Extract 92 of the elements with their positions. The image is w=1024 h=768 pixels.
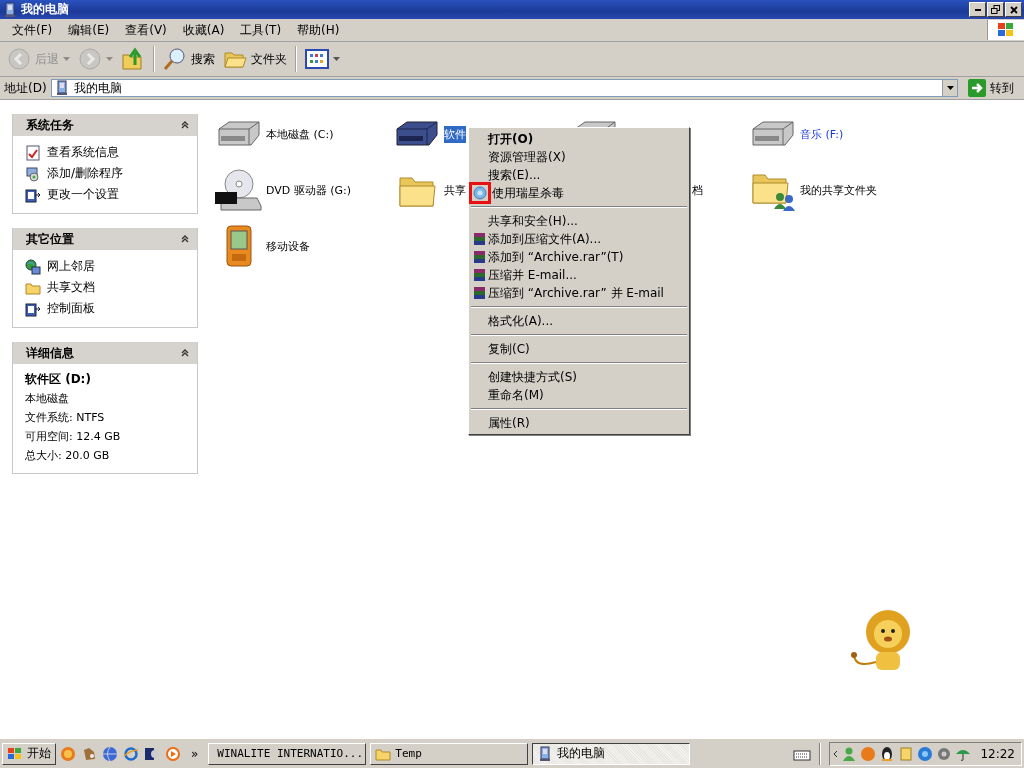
- restore-button[interactable]: [987, 2, 1004, 17]
- detail-text: 文件系统: NTFS: [25, 410, 106, 425]
- media-player-icon[interactable]: [144, 745, 160, 762]
- caret-icon: [333, 57, 340, 61]
- windows-flag-icon: [7, 746, 23, 761]
- taskbar-button[interactable]: 我的电脑: [532, 742, 691, 765]
- dvd-drive-icon: [215, 168, 263, 212]
- context-menu-item[interactable]: 打开(O): [469, 130, 689, 148]
- collapse-chevron-icon[interactable]: [181, 235, 189, 243]
- task-link[interactable]: 网上邻居: [47, 258, 95, 275]
- item-label[interactable]: 移动设备: [266, 237, 310, 255]
- panel-title: 详细信息: [26, 344, 74, 362]
- panel-title: 系统任务: [26, 116, 74, 134]
- item-label[interactable]: 共享: [444, 181, 466, 199]
- minimize-button[interactable]: [969, 2, 986, 17]
- drive-name: 软件区 (D:): [25, 372, 92, 387]
- close-button[interactable]: [1005, 2, 1022, 17]
- task-link[interactable]: 查看系统信息: [47, 144, 119, 161]
- taskbar-button[interactable]: WINALITE INTERNATIO...: [208, 742, 367, 765]
- collapse-chevron-icon[interactable]: [181, 349, 189, 357]
- stacked-books-icon: [473, 268, 487, 282]
- address-label: 地址(D): [4, 79, 47, 97]
- detail-text: 可用空间: 12.4 GB: [25, 429, 122, 444]
- stacked-books-icon: [473, 250, 487, 264]
- context-menu-item[interactable]: 资源管理器(X): [469, 148, 689, 166]
- stacked-books-icon: [473, 286, 487, 300]
- handheld-device-icon: [224, 224, 254, 268]
- folders-button[interactable]: 文件夹: [220, 45, 290, 73]
- hard-drive-icon: [393, 119, 441, 149]
- close-icon: [1009, 5, 1018, 14]
- play-icon[interactable]: [165, 745, 181, 762]
- item-label[interactable]: 音乐 (F:): [800, 125, 844, 143]
- context-menu-item[interactable]: 使用瑞星杀毒: [469, 184, 689, 202]
- panel-title: 其它位置: [26, 230, 74, 248]
- context-menu-item[interactable]: 共享和安全(H)...: [469, 212, 689, 230]
- browser-icon[interactable]: [123, 745, 139, 762]
- item-label[interactable]: 档: [692, 181, 703, 199]
- start-button[interactable]: 开始: [2, 742, 56, 765]
- detail-text: 总大小: 20.0 GB: [25, 448, 111, 463]
- minimize-icon: [974, 8, 981, 11]
- search-icon: [163, 47, 187, 71]
- collapse-chevron-icon[interactable]: [181, 121, 189, 129]
- window-icon: [2, 1, 18, 18]
- context-menu-item[interactable]: 创建快捷方式(S): [469, 368, 689, 386]
- menu-item[interactable]: 帮助(H): [289, 19, 348, 41]
- context-menu-item[interactable]: 属性(R): [469, 414, 689, 432]
- context-menu-item[interactable]: 搜索(E)...: [469, 166, 689, 184]
- folder-up-icon: [121, 47, 145, 71]
- overflow-chevron[interactable]: »: [191, 746, 199, 761]
- context-menu-item[interactable]: 压缩并 E-mail...: [469, 266, 689, 284]
- item-label[interactable]: DVD 驱动器 (G:): [266, 181, 352, 199]
- address-field[interactable]: 我的电脑: [50, 79, 958, 97]
- task-link[interactable]: 更改一个设置: [47, 186, 119, 203]
- menu-item[interactable]: 文件(F): [4, 19, 61, 41]
- flag-icon: [997, 22, 1015, 38]
- go-button[interactable]: 转到: [962, 79, 1020, 97]
- panel-arrow-icon: [25, 300, 41, 317]
- item-label[interactable]: 我的共享文件夹: [800, 181, 877, 199]
- restore-icon: [991, 5, 1000, 14]
- search-button[interactable]: 搜索: [160, 45, 218, 73]
- menu-item[interactable]: 收藏(A): [174, 19, 233, 41]
- disc-icon: [25, 165, 41, 182]
- menu-item[interactable]: 工具(T): [232, 19, 290, 41]
- context-menu-item[interactable]: 重命名(M): [469, 386, 689, 404]
- caret-icon: [63, 57, 70, 61]
- taskbar-button[interactable]: Temp: [370, 742, 529, 765]
- detail-text: 本地磁盘: [25, 391, 70, 406]
- hard-drive-icon: [749, 119, 797, 149]
- context-menu-item[interactable]: 格式化(A)...: [469, 312, 689, 330]
- panel-arrow-icon: [25, 186, 41, 203]
- context-menu-item[interactable]: 压缩到 “Archive.rar” 并 E-mail: [469, 284, 689, 302]
- menu-item[interactable]: 编辑(E): [60, 19, 118, 41]
- item-label[interactable]: 本地磁盘 (C:): [266, 125, 334, 143]
- hard-drive-icon: [215, 119, 263, 149]
- dropdown-arrow-icon[interactable]: [946, 86, 954, 90]
- document-check-icon: [25, 144, 41, 161]
- window-title: 我的电脑: [21, 1, 70, 18]
- view-grid-icon: [305, 49, 329, 69]
- menu-item[interactable]: 查看(V): [117, 19, 175, 41]
- go-arrow-icon: [968, 79, 986, 97]
- context-menu-item[interactable]: 复制(C): [469, 340, 689, 358]
- views-button[interactable]: [302, 47, 343, 71]
- globe-computer-icon: [25, 258, 41, 275]
- task-link[interactable]: 添加/删除程序: [47, 165, 124, 182]
- item-label[interactable]: 软件: [444, 125, 466, 143]
- context-menu-item[interactable]: 添加到 “Archive.rar”(T): [469, 248, 689, 266]
- context-menu-item[interactable]: 添加到压缩文件(A)...: [469, 230, 689, 248]
- task-link[interactable]: 共享文档: [47, 279, 95, 296]
- caret-icon: [106, 57, 113, 61]
- stacked-books-icon: [473, 232, 487, 246]
- clock: 12:22: [980, 746, 1015, 761]
- task-link[interactable]: 控制面板: [47, 300, 95, 317]
